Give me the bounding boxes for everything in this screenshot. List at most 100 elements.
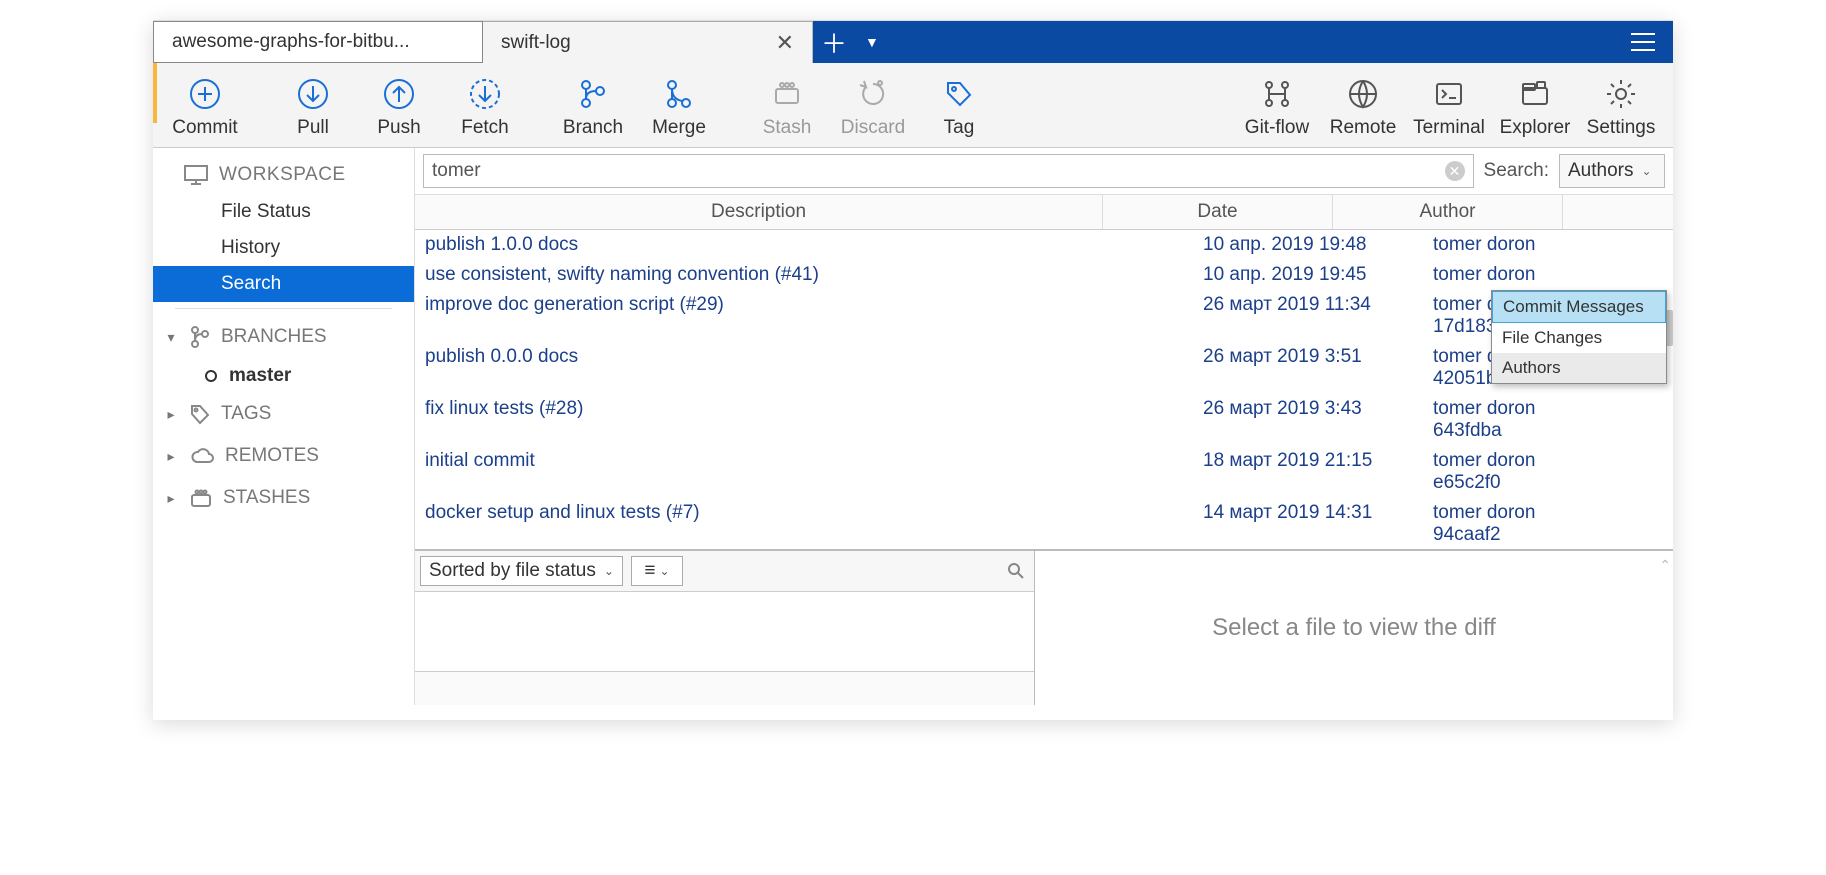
toolbar-label: Commit — [172, 117, 237, 139]
sidebar-section-stashes[interactable]: ▸ STASHES — [153, 477, 414, 519]
commit-button[interactable]: Commit — [163, 71, 247, 143]
commit-row[interactable]: initial commit18 март 2019 21:15tomer do… — [415, 446, 1673, 498]
dropdown-item-commit-messages[interactable]: Commit Messages — [1492, 291, 1666, 323]
toolbar-label: Branch — [563, 117, 623, 139]
pull-button[interactable]: Pull — [271, 71, 355, 143]
cell-date: 26 март 2019 3:51 — [1203, 346, 1433, 390]
commits-grid[interactable]: publish 1.0.0 docs10 апр. 2019 19:48tome… — [415, 230, 1673, 550]
col-date[interactable]: Date — [1103, 195, 1333, 229]
sidebar-section-tags[interactable]: ▸ TAGS — [153, 393, 414, 435]
cell-author: tomer doron — [1433, 234, 1663, 256]
sidebar-item-file-status[interactable]: File Status — [153, 194, 414, 230]
commit-row[interactable]: publish 1.0.0 docs10 апр. 2019 19:48tome… — [415, 230, 1673, 260]
search-bar: ✕ Search: Authors ⌄ — [415, 148, 1673, 195]
stash-button[interactable]: Stash — [745, 71, 829, 143]
cell-description: initial commit — [425, 450, 1203, 494]
terminal-button[interactable]: Terminal — [1407, 71, 1491, 143]
cell-hash: 94caaf2 — [1433, 524, 1543, 546]
col-description[interactable]: Description — [415, 195, 1103, 229]
section-label: WORKSPACE — [219, 164, 346, 186]
close-icon[interactable]: ✕ — [776, 30, 794, 56]
chevron-right-icon: ▸ — [163, 490, 179, 507]
cell-date: 10 апр. 2019 19:48 — [1203, 234, 1433, 256]
search-input[interactable] — [432, 160, 1445, 182]
menu-button[interactable] — [1613, 21, 1673, 63]
dropdown-item-authors[interactable]: Authors — [1492, 353, 1666, 383]
tag-icon — [940, 75, 978, 113]
toolbar-label: Stash — [763, 117, 812, 139]
push-button[interactable]: Push — [357, 71, 441, 143]
sidebar-section-remotes[interactable]: ▸ REMOTES — [153, 435, 414, 477]
tab-dropdown-button[interactable]: ▼ — [855, 34, 889, 50]
col-author[interactable]: Author — [1333, 195, 1563, 229]
col-hash[interactable] — [1563, 195, 1673, 229]
new-tab-button[interactable]: ＋ — [813, 21, 855, 63]
section-label: BRANCHES — [221, 326, 327, 348]
section-label: TAGS — [221, 403, 271, 425]
view-mode-select[interactable]: ≡ ⌄ — [631, 556, 683, 586]
sidebar-section-workspace: WORKSPACE — [153, 156, 414, 194]
file-list-toolbar: Sorted by file status ⌄ ≡ ⌄ — [415, 551, 1034, 592]
arrow-up-circle-icon — [380, 75, 418, 113]
cell-date: 14 март 2019 14:31 — [1203, 502, 1433, 546]
toolbar-label: Settings — [1587, 117, 1656, 139]
diff-panel: ⌃ Select a file to view the diff — [1035, 551, 1673, 705]
file-list-panel: Sorted by file status ⌄ ≡ ⌄ — [415, 551, 1035, 705]
commit-row[interactable]: improve doc generation script (#29)26 ма… — [415, 290, 1673, 342]
chevron-down-icon: ▾ — [163, 329, 179, 346]
commit-row[interactable]: docker setup and linux tests (#7)14 март… — [415, 498, 1673, 550]
cell-hash: 643fdba — [1433, 420, 1543, 442]
fetch-button[interactable]: Fetch — [443, 71, 527, 143]
terminal-icon — [1430, 75, 1468, 113]
scroll-up-icon[interactable]: ⌃ — [1659, 557, 1671, 574]
stash-icon — [189, 488, 213, 508]
diff-placeholder: Select a file to view the diff — [1212, 614, 1496, 642]
search-scope-select[interactable]: Authors ⌄ — [1559, 154, 1665, 188]
cell-date: 18 март 2019 21:15 — [1203, 450, 1433, 494]
cell-description: docker setup and linux tests (#7) — [425, 502, 1203, 546]
sidebar-section-branches[interactable]: ▾ BRANCHES — [153, 315, 414, 359]
commit-row[interactable]: fix linux tests (#28)26 март 2019 3:43to… — [415, 394, 1673, 446]
commit-row[interactable]: publish 0.0.0 docs26 март 2019 3:51tomer… — [415, 342, 1673, 394]
search-scope-dropdown: Commit Messages File Changes Authors — [1491, 290, 1667, 384]
cell-date: 26 март 2019 3:43 — [1203, 398, 1433, 442]
chevron-right-icon: ▸ — [163, 406, 179, 423]
dropdown-item-file-changes[interactable]: File Changes — [1492, 323, 1666, 353]
remote-button[interactable]: Remote — [1321, 71, 1405, 143]
branch-button[interactable]: Branch — [551, 71, 635, 143]
chevron-right-icon: ▸ — [163, 448, 179, 465]
stash-icon — [768, 75, 806, 113]
commit-row[interactable]: use consistent, swifty naming convention… — [415, 260, 1673, 290]
sidebar-item-history[interactable]: History — [153, 230, 414, 266]
chevron-down-icon: ⌄ — [1641, 164, 1651, 178]
file-list-body[interactable] — [415, 592, 1034, 671]
main-panel: ✕ Search: Authors ⌄ Description Date Aut… — [415, 148, 1673, 705]
chevron-down-icon: ⌄ — [604, 564, 614, 578]
tab-awesome-graphs[interactable]: awesome-graphs-for-bitbu... — [153, 21, 483, 63]
clear-icon[interactable]: ✕ — [1445, 161, 1465, 181]
tab-swift-log[interactable]: swift-log ✕ — [483, 21, 813, 63]
cell-hash: e65c2f0 — [1433, 472, 1543, 494]
tag-button[interactable]: Tag — [917, 71, 1001, 143]
settings-button[interactable]: Settings — [1579, 71, 1663, 143]
tab-label: awesome-graphs-for-bitbu... — [172, 31, 410, 53]
branch-name: master — [229, 365, 291, 387]
file-search-button[interactable] — [1003, 558, 1029, 584]
monitor-icon — [183, 164, 209, 186]
tab-label: swift-log — [501, 32, 571, 54]
explorer-button[interactable]: Explorer — [1493, 71, 1577, 143]
sidebar-item-search[interactable]: Search — [153, 266, 414, 302]
cloud-icon — [189, 446, 215, 466]
search-scope-value: Authors — [1568, 160, 1633, 182]
cell-author: tomer doron — [1433, 264, 1663, 286]
toolbar-label: Git-flow — [1245, 117, 1309, 139]
sort-select[interactable]: Sorted by file status ⌄ — [420, 556, 623, 586]
fetch-icon — [466, 75, 504, 113]
toolbar-label: Explorer — [1500, 117, 1571, 139]
gitflow-icon — [1258, 75, 1296, 113]
merge-button[interactable]: Merge — [637, 71, 721, 143]
gitflow-button[interactable]: Git-flow — [1235, 71, 1319, 143]
branch-master[interactable]: master — [153, 359, 414, 393]
folder-icon — [1516, 75, 1554, 113]
discard-button[interactable]: Discard — [831, 71, 915, 143]
